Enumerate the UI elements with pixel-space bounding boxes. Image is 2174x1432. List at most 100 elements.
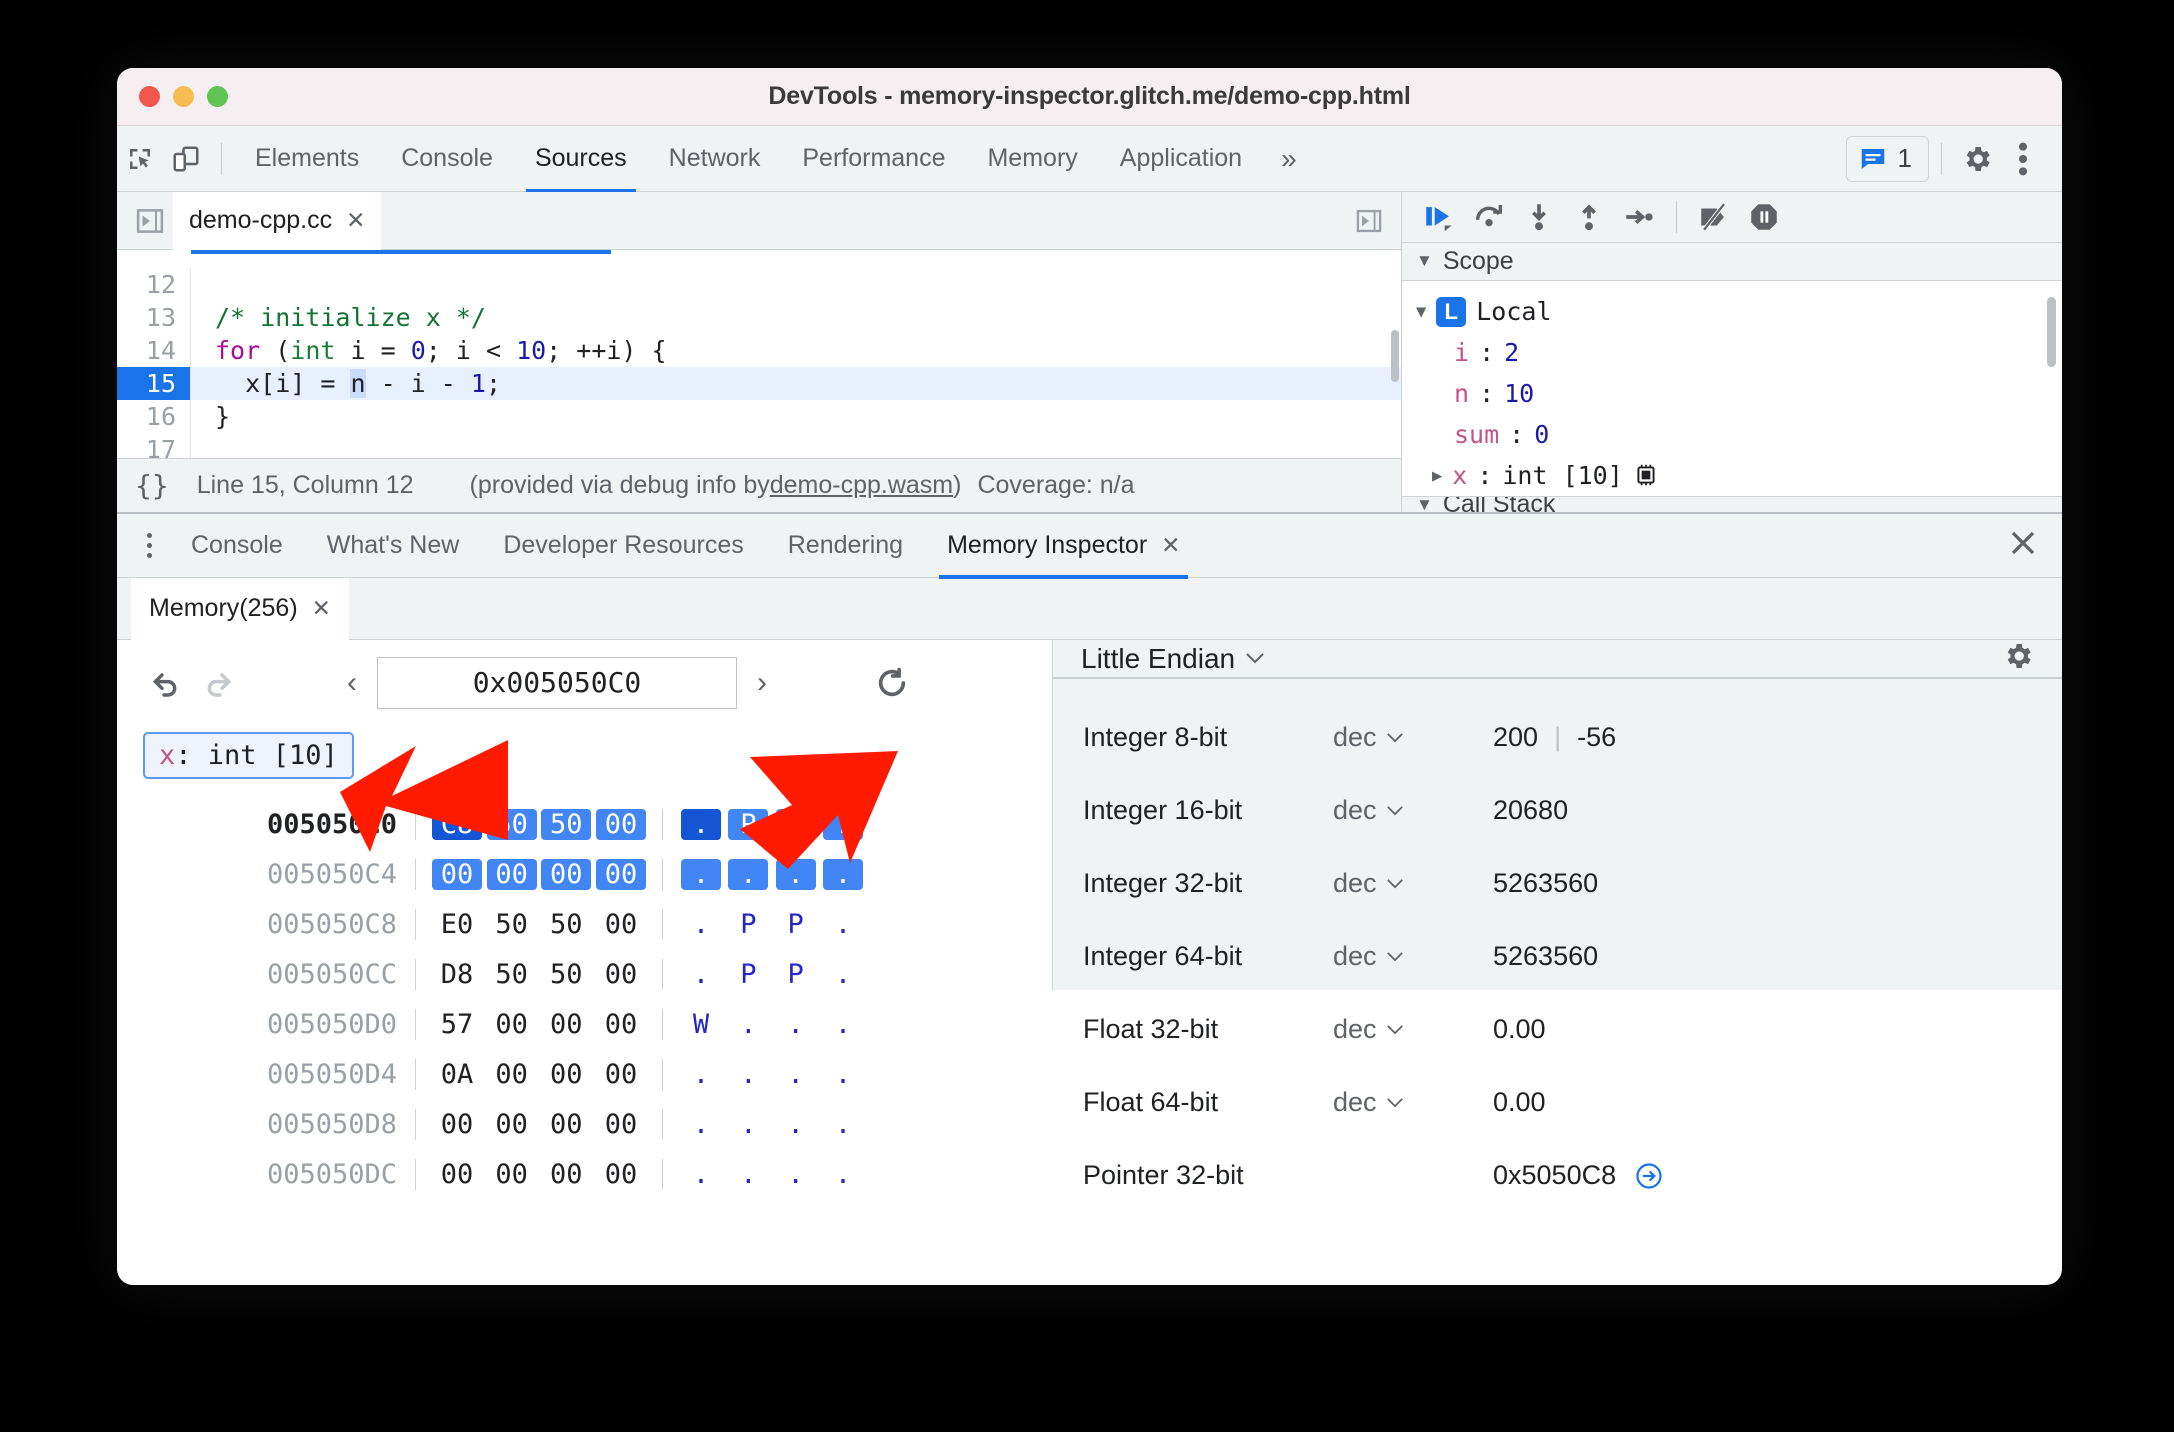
value-row-value[interactable]: 5263560 [1493,941,1598,972]
ascii-char[interactable]: . [823,1159,863,1190]
highlighted-variable-chip[interactable]: x: int [10] [143,732,354,779]
ascii-char[interactable]: . [823,1109,863,1140]
tab-memory[interactable]: Memory [966,126,1098,192]
kebab-menu-icon[interactable] [2000,136,2046,182]
file-tab-demo-cpp[interactable]: demo-cpp.cc ✕ [173,191,382,250]
hex-byte[interactable]: 00 [541,858,592,890]
tab-console[interactable]: Console [380,126,514,192]
drawer-more-menu-icon[interactable] [129,533,169,558]
value-row-mode-selector[interactable]: dec [1333,941,1493,972]
hex-byte[interactable]: 00 [596,1109,646,1140]
ascii-char[interactable]: . [822,858,863,890]
ascii-char[interactable]: . [681,808,721,840]
hex-byte[interactable]: 50 [541,959,591,990]
value-row-mode-selector[interactable]: dec [1333,1087,1493,1118]
ascii-char[interactable]: . [822,808,863,840]
scope-scrollbar[interactable] [2047,297,2056,368]
value-row-value[interactable]: 0.00 [1493,1087,1546,1118]
value-row-mode-selector[interactable]: dec [1333,722,1493,753]
value-inspector-settings-gear-icon[interactable] [2002,640,2034,677]
next-page-icon[interactable]: › [743,666,781,700]
ascii-char[interactable]: . [681,1159,721,1190]
code-line-active[interactable]: 15 x[i] = n - i - 1; [117,367,1401,400]
value-row-value[interactable]: 20680 [1493,795,1568,826]
show-navigator-icon[interactable] [127,198,173,244]
step-icon[interactable] [1616,194,1662,240]
ascii-char[interactable]: . [681,959,721,990]
value-row-mode-selector[interactable]: dec [1333,868,1493,899]
deactivate-breakpoints-icon[interactable] [1691,194,1737,240]
ascii-char[interactable]: . [776,1109,816,1140]
scope-variable-i[interactable]: i: 2 [1416,332,2062,373]
pretty-print-icon[interactable]: {} [135,469,169,502]
ascii-char[interactable]: P [728,959,768,990]
ascii-char[interactable]: P [776,909,816,940]
hex-byte[interactable]: 50 [487,909,537,940]
ascii-char[interactable]: P [728,909,768,940]
ascii-char[interactable]: . [681,858,721,890]
drawer-tab-whats-new[interactable]: What's New [305,513,482,579]
close-icon[interactable]: ✕ [312,595,331,622]
console-messages-badge[interactable]: 1 [1845,135,1929,182]
previous-page-icon[interactable]: ‹ [333,666,371,700]
endianness-selector[interactable]: Little Endian [1081,643,1265,675]
ascii-char[interactable]: . [823,1009,863,1040]
value-row-mode-selector[interactable]: dec [1333,1014,1493,1045]
ascii-char[interactable]: . [823,1059,863,1090]
more-tabs-chevron-icon[interactable]: » [1263,143,1315,175]
close-icon[interactable]: ✕ [1161,532,1180,559]
hex-row[interactable]: 005050D8 00 00 00 00 . . . . [237,1099,1052,1149]
code-line[interactable]: 17 [117,433,1401,459]
hex-byte[interactable]: 00 [596,1159,646,1190]
hex-row[interactable]: 005050DC 00 00 00 00 . . . . [237,1149,1052,1199]
hex-byte[interactable]: 0A [432,1059,482,1090]
refresh-icon[interactable] [869,660,915,706]
inspect-element-icon[interactable] [117,136,163,182]
code-line[interactable]: 13 /* initialize x */ [117,301,1401,334]
ascii-char[interactable]: . [776,1059,816,1090]
hex-byte[interactable]: 00 [541,1109,591,1140]
drawer-tab-rendering[interactable]: Rendering [766,513,925,579]
ascii-char[interactable]: P [776,959,816,990]
step-over-icon[interactable] [1466,194,1512,240]
hex-row[interactable]: 005050C4 00 00 00 00 . . . . [237,849,1052,899]
hex-row[interactable]: 005050D4 0A 00 00 00 . . . . [237,1049,1052,1099]
hex-byte[interactable]: 00 [432,1159,482,1190]
toggle-device-toolbar-icon[interactable] [163,136,209,182]
value-row-value[interactable]: 5263560 [1493,868,1598,899]
hex-row[interactable]: 005050D0 57 00 00 00 W . . . [237,999,1052,1049]
tab-sources[interactable]: Sources [514,126,648,192]
scope-section-header[interactable]: ▼ Scope [1402,242,2062,282]
hex-row[interactable]: 005050C0 C8 50 50 00 . P P . [237,799,1052,849]
ascii-char[interactable]: . [681,1109,721,1140]
hex-byte[interactable]: 00 [596,1009,646,1040]
hex-byte[interactable]: 00 [487,1159,537,1190]
close-drawer-button[interactable] [2008,528,2062,563]
hex-byte[interactable]: 50 [486,808,537,840]
hex-byte[interactable]: 00 [596,1059,646,1090]
ascii-char[interactable]: . [823,959,863,990]
drawer-tab-developer-resources[interactable]: Developer Resources [481,513,765,579]
drawer-tab-memory-inspector[interactable]: Memory Inspector ✕ [925,513,1202,579]
tab-network[interactable]: Network [648,126,782,192]
hex-byte[interactable]: 00 [432,1109,482,1140]
scope-variable-n[interactable]: n: 10 [1416,373,2062,414]
scope-local-row[interactable]: ▼ L Local [1416,291,2062,332]
hex-byte[interactable]: 00 [541,1159,591,1190]
hex-byte[interactable]: 00 [432,858,482,890]
hex-byte[interactable]: 50 [541,909,591,940]
close-icon[interactable]: ✕ [346,207,365,234]
ascii-char[interactable]: . [681,1059,721,1090]
call-stack-section-header[interactable]: ▼ Call Stack [1402,496,2062,512]
ascii-char[interactable]: . [728,1159,768,1190]
hex-byte[interactable]: 00 [487,1009,537,1040]
ascii-char[interactable]: . [775,858,816,890]
chevron-right-icon[interactable]: ▶ [1432,466,1442,486]
jump-to-address-icon[interactable] [1634,1161,1664,1191]
hex-byte[interactable]: 00 [595,858,646,890]
drawer-tab-console[interactable]: Console [169,513,305,579]
ascii-char[interactable]: . [728,1109,768,1140]
code-editor[interactable]: 12 13 /* initialize x */ 14 for (int i =… [117,250,1401,459]
hex-byte[interactable]: 50 [541,808,592,840]
pause-on-exceptions-icon[interactable] [1741,194,1787,240]
